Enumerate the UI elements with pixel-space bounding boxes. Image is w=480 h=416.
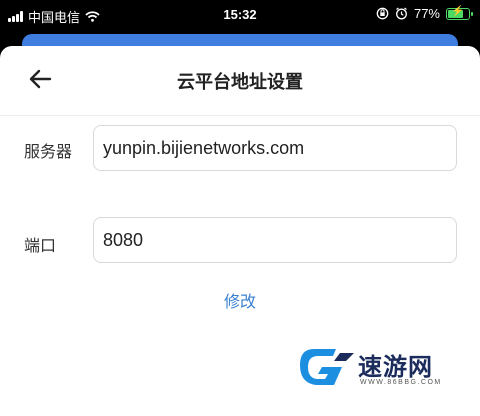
watermark-name: 速游网 (358, 353, 433, 381)
address-settings-sheet: 云平台地址设置 服务器 端口 修改 速游网 WWW.86BBG.COM (0, 46, 480, 416)
port-input[interactable] (93, 217, 457, 263)
watermark-url: WWW.86BBG.COM (360, 379, 442, 386)
page-title: 云平台地址设置 (177, 72, 303, 93)
alarm-icon (396, 7, 407, 20)
port-label: 端口 (24, 236, 57, 255)
server-label: 服务器 (24, 142, 73, 161)
battery-icon: ⚡ (446, 5, 473, 20)
status-bar: 中国电信 15:32 77% ⚡ (0, 0, 480, 30)
watermark-logo: 速游网 WWW.86BBG.COM (296, 343, 466, 395)
server-address-input[interactable] (93, 125, 457, 171)
speed-g-logo-icon (300, 349, 354, 385)
orientation-lock-icon (376, 7, 389, 20)
battery-percent: 77% (413, 6, 440, 21)
status-right: 77% ⚡ (376, 5, 473, 21)
nav-bar: 云平台地址设置 (0, 46, 480, 116)
charging-bolt-icon: ⚡ (451, 5, 465, 17)
modify-button[interactable]: 修改 (0, 288, 480, 312)
